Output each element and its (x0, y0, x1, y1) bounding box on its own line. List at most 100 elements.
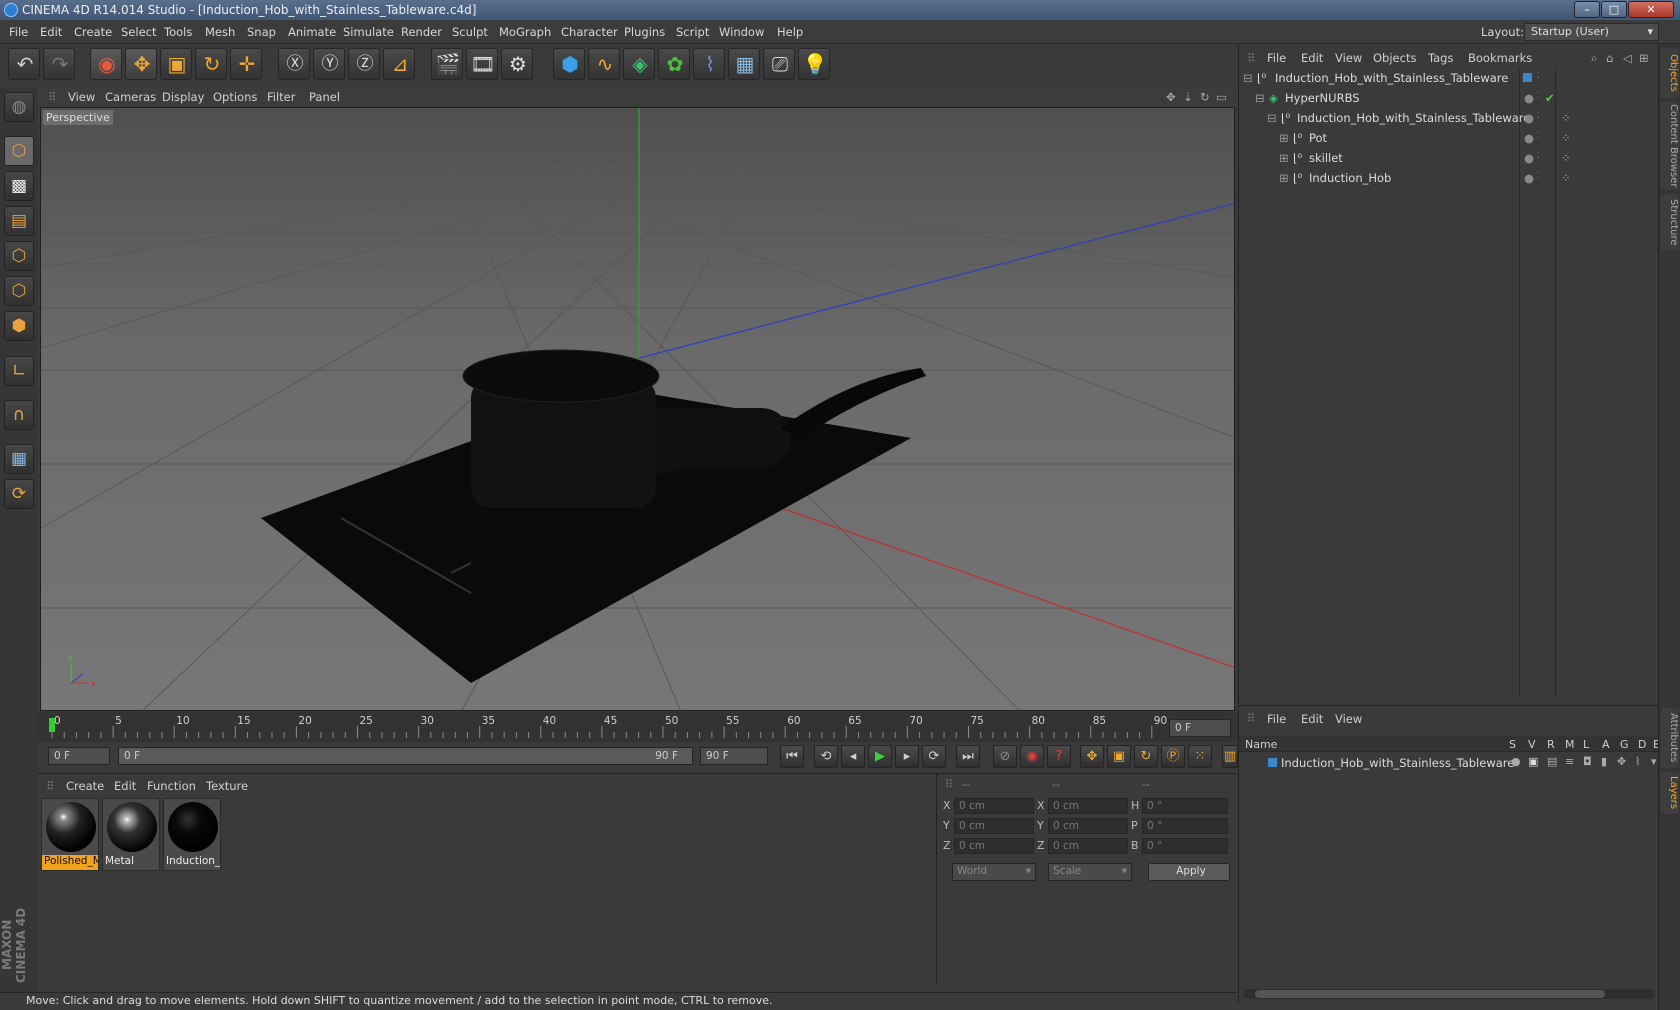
undo-button[interactable]: ↶ (8, 48, 40, 80)
expand-icon[interactable]: ⊞ (1279, 131, 1289, 145)
rotate-tool-button[interactable]: ↻ (195, 48, 227, 80)
pos-y-field[interactable]: 0 cm (954, 818, 1034, 834)
rot-b-field[interactable]: 0 ° (1142, 838, 1228, 854)
tab-layers[interactable]: Layers (1661, 772, 1679, 814)
object-menu-tags[interactable]: Tags (1428, 51, 1453, 65)
size-mode-dropdown[interactable]: Scale ▾ (1048, 863, 1132, 881)
material-swatch[interactable]: Metal (102, 798, 160, 871)
timeline-ruler[interactable]: 0 5 10 15 20 25 30 35 40 45 50 55 60 65 70 75 80 85 90 0 F (38, 712, 1238, 742)
key-rotation-button[interactable]: ↻ (1134, 745, 1158, 768)
record-keys-button[interactable]: ⊘ (993, 745, 1017, 768)
visibility-dot[interactable]: ● (1524, 111, 1534, 125)
horizontal-scrollbar[interactable] (1243, 989, 1655, 999)
end-frame-field[interactable]: 90 F (700, 747, 768, 765)
render-picture-viewer-button[interactable]: 🎞 (466, 48, 498, 80)
viewport-rotate-icon[interactable]: ↻ (1200, 90, 1210, 104)
render-view-button[interactable]: 🎬 (431, 48, 463, 80)
perspective-viewport[interactable]: y x z Perspective (40, 107, 1235, 711)
object-row[interactable]: ⊞ ⌊⁰ Induction_Hob ● ⁚ ⁘ (1239, 168, 1659, 188)
autokey-button[interactable]: ◉ (1020, 745, 1044, 768)
camera-button[interactable]: ⎚ (763, 48, 795, 80)
layer-menu-view[interactable]: View (1335, 712, 1362, 726)
move-tool-button[interactable]: ✥ (125, 48, 157, 80)
edges-mode-button[interactable]: ⬡ (4, 276, 34, 306)
viewport-menu-cameras[interactable]: Cameras (105, 90, 156, 104)
frame-range-slider[interactable]: 0 F 90 F (118, 747, 693, 765)
pos-x-field[interactable]: 0 cm (954, 798, 1034, 814)
material-tag-icon[interactable]: ⁘ (1561, 131, 1571, 145)
menu-window[interactable]: Window (719, 25, 764, 39)
visibility-dots[interactable]: ⁚ (1537, 171, 1540, 180)
menu-simulate[interactable]: Simulate (343, 25, 394, 39)
current-frame-field[interactable]: 0 F (1169, 719, 1231, 737)
view-toggle-icon[interactable]: ▣ (1528, 755, 1538, 768)
texture-mode-button[interactable]: ▩ (4, 171, 34, 201)
visibility-dots[interactable]: ⁚ (1537, 71, 1540, 80)
collapse-icon[interactable]: ⊟ (1243, 71, 1253, 85)
scene-floor-button[interactable]: ▦ (728, 48, 760, 80)
visibility-dot[interactable]: ● (1524, 151, 1534, 165)
previous-key-button[interactable]: ⟲ (814, 745, 838, 768)
viewport-dolly-icon[interactable]: ⇣ (1183, 90, 1193, 104)
new-view-icon[interactable]: ⊞ (1639, 51, 1649, 65)
menu-create[interactable]: Create (74, 25, 112, 39)
close-button[interactable]: ✕ (1628, 1, 1674, 18)
material-swatch[interactable]: Induction_ (163, 798, 221, 871)
menu-help[interactable]: Help (777, 25, 803, 39)
tab-attributes[interactable]: Attributes (1661, 708, 1679, 768)
render-settings-button[interactable]: ⚙ (501, 48, 533, 80)
menu-edit[interactable]: Edit (40, 25, 62, 39)
visibility-dots[interactable]: ⁚ (1537, 131, 1540, 140)
rot-h-field[interactable]: 0 ° (1142, 798, 1228, 814)
viewport-menu-panel[interactable]: Panel (309, 90, 340, 104)
tab-structure[interactable]: Structure (1661, 194, 1679, 250)
visibility-dot[interactable]: ● (1524, 91, 1534, 105)
planar-workplane-button[interactable]: ⟳ (4, 479, 34, 509)
expand-icon[interactable]: ⊞ (1279, 151, 1289, 165)
material-menu-create[interactable]: Create (66, 779, 104, 793)
play-button[interactable]: ▶ (868, 745, 892, 768)
scrollbar-thumb[interactable] (1255, 990, 1605, 998)
layout-dropdown[interactable]: Startup (User) ▾ (1524, 23, 1659, 41)
keyframe-selection-button[interactable]: ? (1047, 745, 1071, 768)
size-z-field[interactable]: 0 cm (1048, 838, 1128, 854)
next-frame-button[interactable]: ▸ (895, 745, 919, 768)
collapse-icon[interactable]: ⊟ (1255, 91, 1265, 105)
material-tag-icon[interactable]: ⁘ (1561, 111, 1571, 125)
object-row[interactable]: ⊟ ◈ HyperNURBS ● ⁚ ✔ (1239, 88, 1659, 108)
menu-select[interactable]: Select (121, 25, 156, 39)
expand-icon[interactable]: ⊞ (1279, 171, 1289, 185)
menu-plugins[interactable]: Plugins (624, 25, 665, 39)
solo-toggle-icon[interactable]: ● (1511, 755, 1521, 768)
object-menu-objects[interactable]: Objects (1373, 51, 1416, 65)
axis-mode-button[interactable]: ∟ (4, 356, 34, 386)
material-swatch[interactable]: Polished_M (41, 798, 99, 871)
menu-mesh[interactable]: Mesh (205, 25, 235, 39)
go-to-end-button[interactable]: ⏭ (956, 745, 980, 768)
manager-toggle-icon[interactable]: ≡ (1565, 755, 1574, 768)
rot-p-field[interactable]: 0 ° (1142, 818, 1228, 834)
layer-menu-file[interactable]: File (1267, 712, 1286, 726)
cube-primitive-button[interactable]: ⬢ (553, 48, 585, 80)
timeline-window-button[interactable]: ▥ (1222, 745, 1238, 768)
menu-animate[interactable]: Animate (288, 25, 336, 39)
viewport-maximize-icon[interactable]: ▭ (1216, 90, 1227, 104)
apply-button[interactable]: Apply (1148, 863, 1230, 881)
array-button[interactable]: ✿ (658, 48, 690, 80)
light-button[interactable]: 💡 (798, 48, 830, 80)
expression-toggle-icon[interactable]: ▾ (1651, 755, 1657, 768)
object-menu-edit[interactable]: Edit (1301, 51, 1323, 65)
object-menu-file[interactable]: File (1267, 51, 1286, 65)
model-mode-button[interactable]: ⬡ (4, 136, 34, 166)
size-x-field[interactable]: 0 cm (1048, 798, 1128, 814)
z-axis-lock-button[interactable]: Ⓩ (348, 48, 380, 80)
material-tag-icon[interactable]: ⁘ (1561, 171, 1571, 185)
minimize-button[interactable]: – (1574, 1, 1600, 18)
home-icon[interactable]: ⌂ (1606, 51, 1613, 65)
deformer-button[interactable]: ⌇ (693, 48, 725, 80)
tab-objects[interactable]: Objects (1661, 48, 1679, 98)
material-tag-icon[interactable]: ⁘ (1561, 151, 1571, 165)
object-row[interactable]: ⊟ ⌊⁰ Induction_Hob_with_Stainless_Tablew… (1239, 68, 1659, 88)
snapping-button[interactable]: ∩ (4, 400, 34, 430)
previous-frame-button[interactable]: ◂ (841, 745, 865, 768)
